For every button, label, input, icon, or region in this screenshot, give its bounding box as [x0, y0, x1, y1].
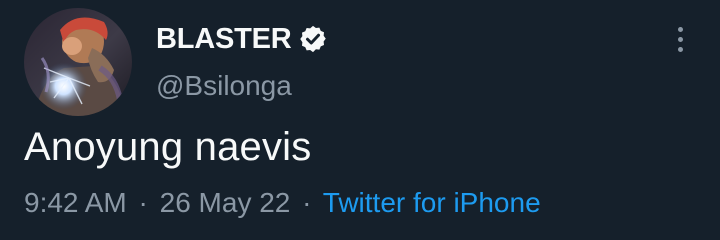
tweet-card: BLASTER @Bsilonga Anoyung naevis 9:42 AM… [0, 0, 720, 240]
verified-badge-icon [298, 24, 328, 54]
meta-separator: · [302, 187, 312, 218]
author-display-name[interactable]: BLASTER [156, 22, 292, 56]
tweet-source-link[interactable]: Twitter for iPhone [323, 187, 541, 218]
avatar-image [24, 8, 132, 116]
meta-separator: · [138, 187, 148, 218]
avatar[interactable] [24, 8, 132, 116]
tweet-date[interactable]: 26 May 22 [160, 187, 291, 218]
more-options-button[interactable] [664, 22, 696, 56]
author-name-row[interactable]: BLASTER [156, 22, 328, 56]
tweet-meta: 9:42 AM · 26 May 22 · Twitter for iPhone [24, 186, 541, 220]
tweet-time[interactable]: 9:42 AM [24, 187, 127, 218]
more-vertical-icon [677, 26, 683, 32]
tweet-text: Anoyung naevis [24, 125, 312, 169]
author-handle[interactable]: @Bsilonga [156, 70, 292, 102]
